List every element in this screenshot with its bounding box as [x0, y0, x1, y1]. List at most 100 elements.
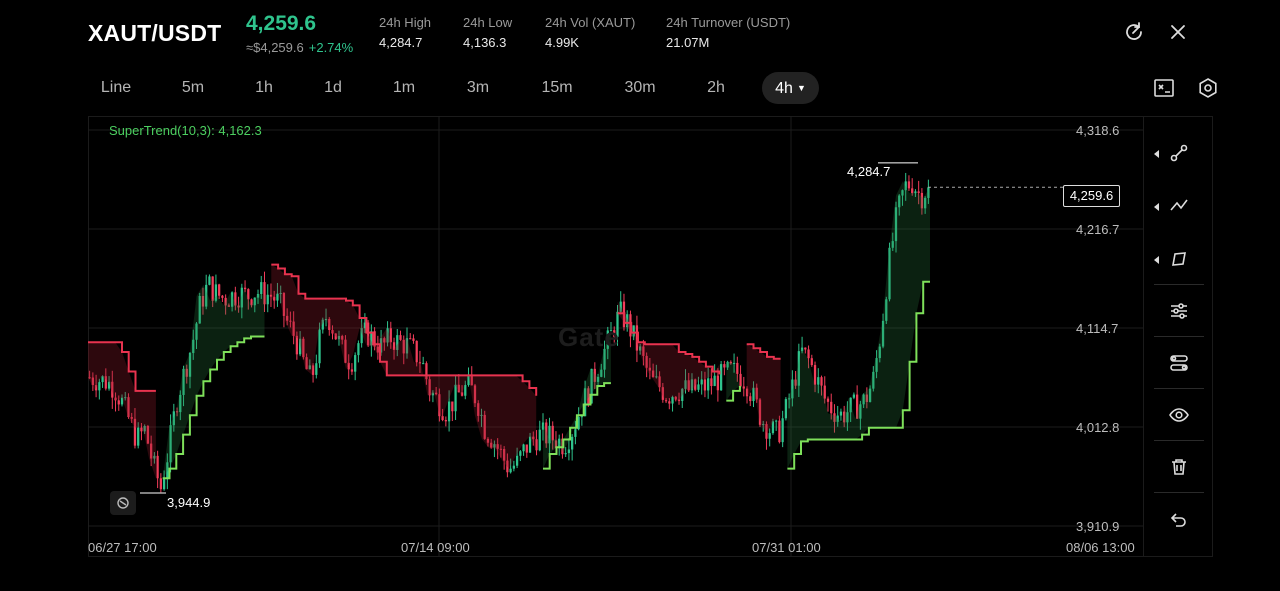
- trend-tool[interactable]: [1144, 187, 1214, 227]
- fiat-price-line: ≈$4,259.6 +2.74%: [246, 40, 353, 55]
- candle-body: [810, 358, 813, 366]
- indicator-toggle[interactable]: [1144, 344, 1214, 384]
- undo-button[interactable]: [1144, 500, 1214, 540]
- close-icon[interactable]: [1166, 20, 1190, 44]
- stat-value: 21.07M: [666, 35, 710, 50]
- supertrend-fill: [746, 344, 781, 434]
- candle-body: [519, 451, 522, 456]
- stat-high: 24h High 4,284.7: [379, 15, 431, 50]
- candle-body: [208, 276, 211, 285]
- stat-value: 4.99K: [545, 35, 579, 50]
- indicator-settings[interactable]: [1144, 292, 1214, 332]
- chart-logo-badge[interactable]: [110, 491, 136, 515]
- candle-body: [719, 364, 723, 391]
- candle-body: [739, 373, 742, 387]
- chart-settings-icon[interactable]: [1152, 76, 1176, 100]
- y-tick: 4,216.7: [1076, 222, 1120, 237]
- gear-icon[interactable]: [1196, 76, 1220, 100]
- indicator-settings-icon: [1171, 303, 1187, 319]
- candle-body: [781, 418, 784, 443]
- tab-1m[interactable]: 1m: [379, 72, 429, 104]
- shape-tool[interactable]: [1144, 240, 1214, 280]
- candle-body: [260, 282, 263, 295]
- candle-body: [917, 191, 920, 193]
- supertrend-fill: [787, 181, 930, 469]
- candle-body: [211, 276, 214, 301]
- shape-tool-icon: [1172, 252, 1186, 266]
- candle-body: [98, 382, 101, 391]
- expand-caret-icon[interactable]: [1154, 256, 1159, 264]
- expand-caret-icon[interactable]: [1154, 203, 1159, 211]
- candle-body: [221, 295, 224, 298]
- visibility-icon: [1169, 408, 1189, 422]
- candle-body: [412, 338, 415, 341]
- supertrend-fill: [162, 284, 265, 480]
- stat-label: 24h High: [379, 15, 432, 30]
- candle-body: [716, 375, 720, 391]
- watermark-logo: Gate: [558, 322, 620, 352]
- candle-body: [668, 401, 671, 404]
- candle-body: [117, 400, 120, 405]
- expand-caret-icon[interactable]: [1154, 150, 1159, 158]
- y-tick: 3,910.9: [1076, 519, 1120, 534]
- tab-1d[interactable]: 1d: [308, 72, 358, 104]
- candle-body: [315, 363, 318, 375]
- tab-4h-label: 4h: [775, 80, 793, 97]
- line-tool[interactable]: [1144, 134, 1214, 174]
- candle-body: [817, 377, 820, 385]
- drawing-toolbar: [1143, 116, 1213, 557]
- candle-body: [512, 465, 515, 469]
- candle-body: [350, 369, 354, 372]
- trend-tool-icon: [1170, 199, 1188, 211]
- candle-body: [567, 449, 571, 454]
- x-tick: 07/14 09:00: [401, 540, 470, 555]
- stat-volume: 24h Vol (XAUT) 4.99K: [545, 15, 635, 50]
- candle-body: [295, 335, 299, 355]
- candle-body: [137, 427, 140, 446]
- tab-4h[interactable]: 4h ▼: [762, 72, 819, 104]
- stat-low: 24h Low 4,136.3: [463, 15, 512, 50]
- tab-15m[interactable]: 15m: [532, 72, 582, 104]
- candle-body: [700, 379, 703, 385]
- supertrend-legend: SuperTrend(10,3): 4,162.3: [109, 123, 262, 138]
- visibility-toggle[interactable]: [1144, 396, 1214, 436]
- candle-body: [852, 394, 856, 398]
- current-price-tag: 4,259.6: [1063, 185, 1120, 207]
- candle-body: [243, 287, 247, 290]
- candle-body: [749, 396, 752, 402]
- tab-5m[interactable]: 5m: [168, 72, 218, 104]
- candle-body: [422, 363, 425, 365]
- tab-1h[interactable]: 1h: [239, 72, 289, 104]
- candle-body: [318, 329, 321, 364]
- tab-30m[interactable]: 30m: [615, 72, 665, 104]
- candle-body: [409, 338, 412, 340]
- candle-body: [723, 364, 726, 368]
- candle-body: [574, 429, 577, 437]
- tab-3m[interactable]: 3m: [453, 72, 503, 104]
- candle-body: [784, 399, 788, 419]
- candle-body: [159, 478, 162, 490]
- candle-body: [911, 188, 914, 194]
- refresh-icon[interactable]: [1122, 20, 1146, 44]
- candle-body: [713, 375, 716, 387]
- delete-drawings[interactable]: [1144, 448, 1214, 488]
- candle-body: [697, 384, 700, 390]
- candle-body: [357, 343, 360, 356]
- candle-body: [807, 349, 810, 359]
- candle-body: [775, 420, 778, 422]
- candle-body: [525, 444, 528, 453]
- candle-body: [839, 411, 843, 416]
- tab-line[interactable]: Line: [86, 72, 146, 104]
- last-price: 4,259.6: [246, 12, 317, 35]
- badge-icon: [117, 497, 129, 509]
- supertrend-fill: [88, 342, 156, 479]
- candle-body: [580, 416, 583, 418]
- line-tool-icon: [1170, 144, 1188, 162]
- candle-body: [156, 455, 159, 479]
- price-change: +2.74%: [308, 40, 354, 55]
- candle-body: [140, 427, 143, 432]
- candle-body: [703, 379, 707, 391]
- candle-body: [671, 396, 674, 404]
- candle-body: [907, 181, 911, 189]
- tab-2h[interactable]: 2h: [691, 72, 741, 104]
